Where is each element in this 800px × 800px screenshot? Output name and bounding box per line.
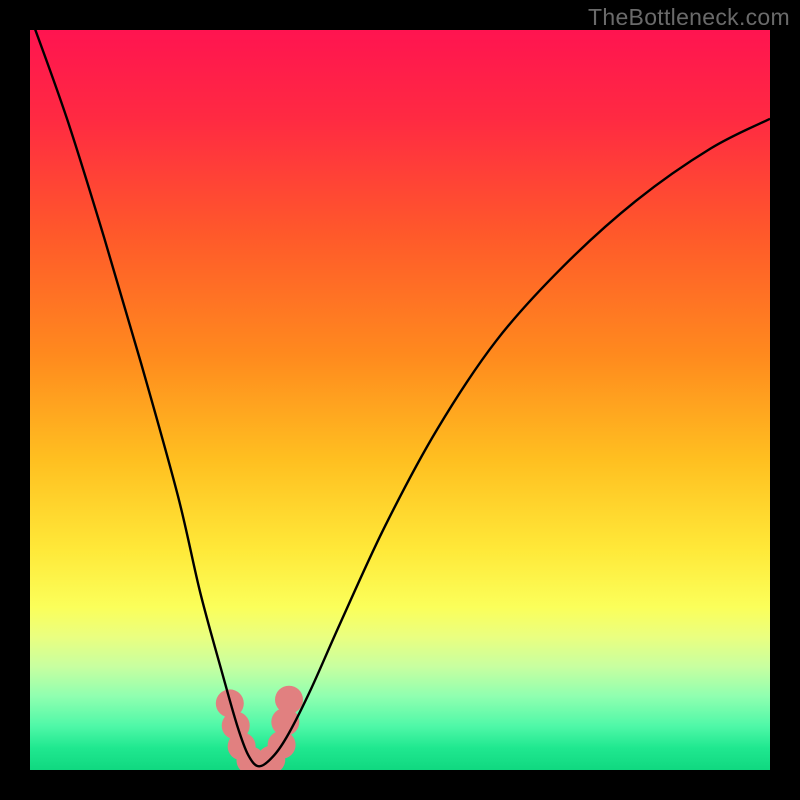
bottleneck-plot xyxy=(30,30,770,770)
watermark-text: TheBottleneck.com xyxy=(588,4,790,31)
highlight-marker xyxy=(275,686,303,714)
plot-background xyxy=(30,30,770,770)
chart-frame: TheBottleneck.com xyxy=(0,0,800,800)
